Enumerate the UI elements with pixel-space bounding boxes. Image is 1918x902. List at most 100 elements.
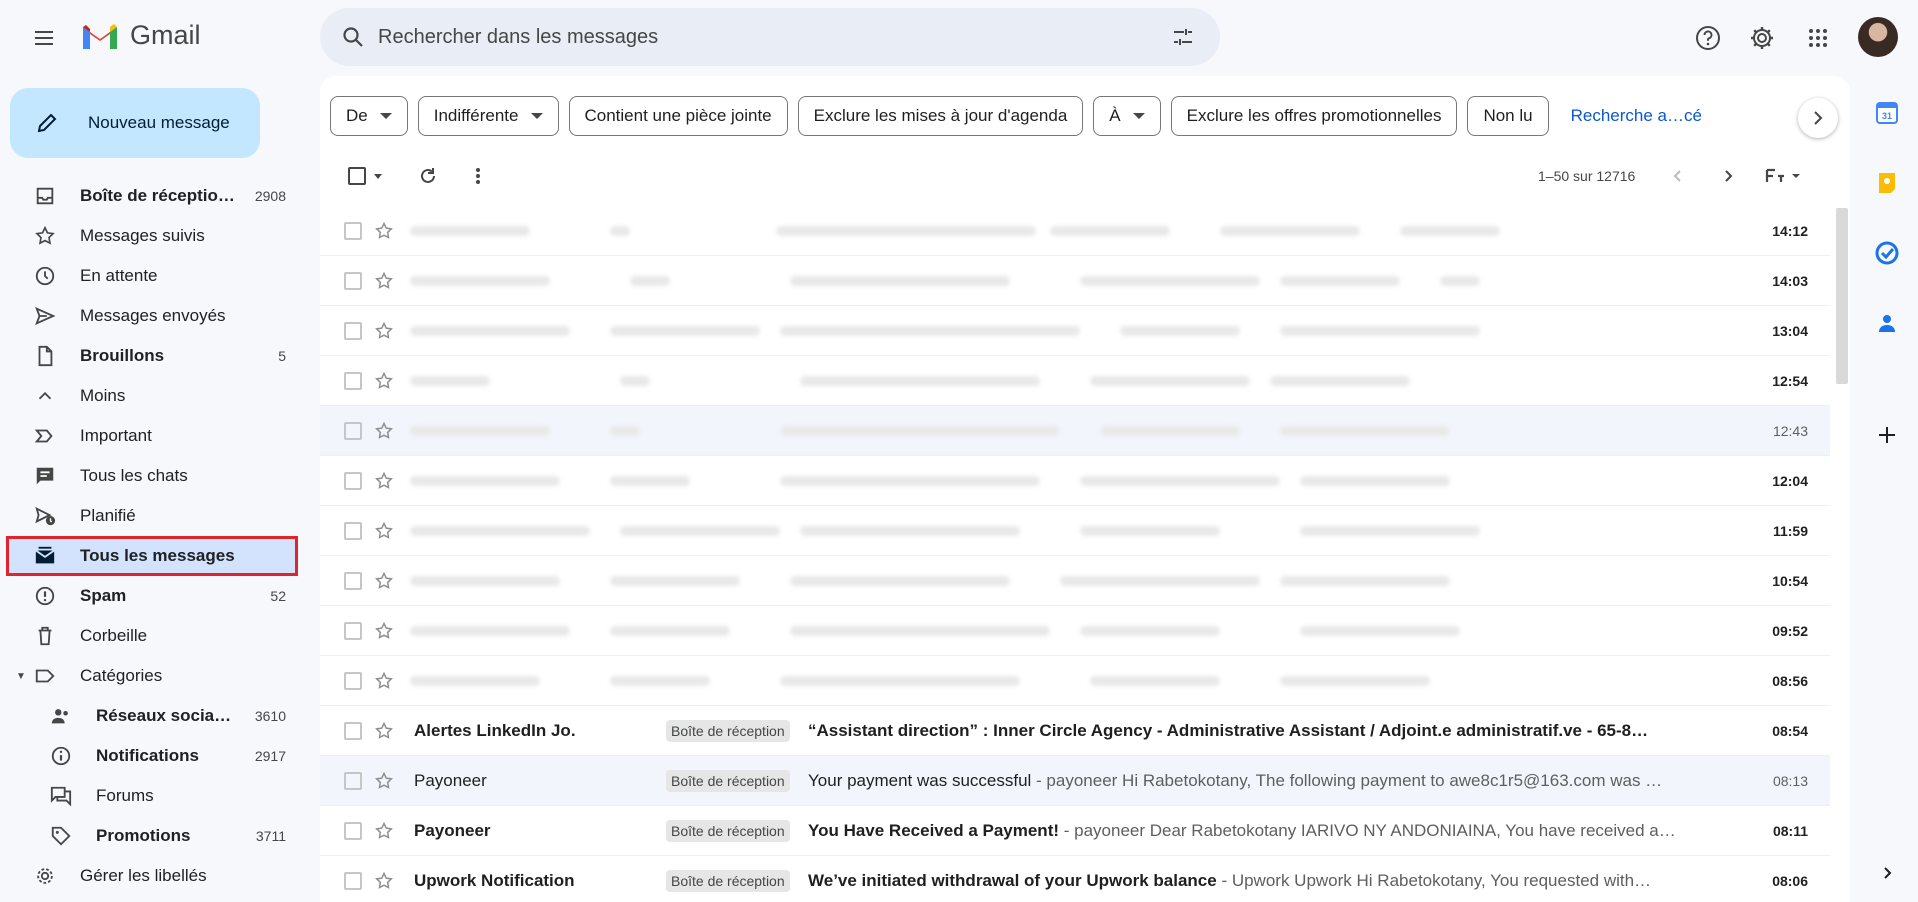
row-checkbox[interactable] bbox=[344, 621, 362, 640]
star-icon[interactable] bbox=[372, 569, 396, 593]
input-tools-icon[interactable] bbox=[1762, 160, 1806, 192]
star-icon[interactable] bbox=[372, 419, 396, 443]
star-icon[interactable] bbox=[372, 869, 396, 893]
filter-chip[interactable]: Contient une pièce jointe bbox=[568, 96, 788, 136]
sidebar-item-messages-suivis[interactable]: Messages suivis bbox=[0, 216, 298, 256]
account-avatar[interactable] bbox=[1858, 17, 1898, 57]
row-checkbox[interactable] bbox=[344, 571, 362, 590]
sidebar-item-boite-de-receptio[interactable]: Boîte de réceptio… 2908 bbox=[0, 176, 298, 216]
email-row[interactable]: 12:43 bbox=[320, 406, 1830, 456]
star-icon[interactable] bbox=[372, 269, 396, 293]
sidebar-item-forums[interactable]: Forums bbox=[0, 776, 298, 816]
newer-page-icon[interactable] bbox=[1662, 160, 1694, 192]
star-icon[interactable] bbox=[372, 669, 396, 693]
star-icon[interactable] bbox=[372, 469, 396, 493]
sidebar-item-messages-envoyes[interactable]: Messages envoyés bbox=[0, 296, 298, 336]
tasks-icon[interactable] bbox=[1872, 238, 1902, 268]
search-bar[interactable] bbox=[320, 8, 1220, 66]
sidebar-item-en-attente[interactable]: En attente bbox=[0, 256, 298, 296]
row-checkbox[interactable] bbox=[344, 471, 362, 490]
older-page-icon[interactable] bbox=[1712, 160, 1744, 192]
row-checkbox[interactable] bbox=[344, 321, 362, 340]
filter-chip[interactable]: Exclure les offres promotionnelles bbox=[1170, 96, 1458, 136]
row-checkbox[interactable] bbox=[344, 871, 362, 890]
email-row[interactable]: Payoneer Boîte de réception Your payment w… bbox=[320, 756, 1830, 806]
sidebar-item-categories[interactable]: ▼ Catégories bbox=[0, 656, 298, 696]
search-options-icon[interactable] bbox=[1168, 22, 1198, 52]
row-checkbox[interactable] bbox=[344, 371, 362, 390]
row-checkbox[interactable] bbox=[344, 671, 362, 690]
star-icon[interactable] bbox=[372, 319, 396, 343]
main-menu-button[interactable] bbox=[26, 20, 62, 56]
email-row[interactable]: 08:56 bbox=[320, 656, 1830, 706]
settings-icon[interactable] bbox=[1744, 20, 1780, 56]
star-icon[interactable] bbox=[372, 719, 396, 743]
star-icon[interactable] bbox=[372, 219, 396, 243]
email-row[interactable]: 14:03 bbox=[320, 256, 1830, 306]
filter-chip[interactable]: Exclure les mises à jour d'agenda bbox=[797, 96, 1084, 136]
email-row[interactable]: 10:54 bbox=[320, 556, 1830, 606]
contacts-icon[interactable] bbox=[1872, 308, 1902, 338]
sidebar-item-promotions[interactable]: Promotions 3711 bbox=[0, 816, 298, 856]
more-options-icon[interactable] bbox=[462, 160, 494, 192]
email-label-badge[interactable]: Boîte de réception bbox=[666, 869, 790, 892]
row-checkbox[interactable] bbox=[344, 221, 362, 240]
email-row[interactable]: 13:04 bbox=[320, 306, 1830, 356]
sidebar-item-notifications[interactable]: Notifications 2917 bbox=[0, 736, 298, 776]
filter-chip[interactable]: À bbox=[1093, 96, 1161, 136]
list-scrollbar[interactable] bbox=[1836, 208, 1848, 384]
filter-chip[interactable]: Non lu bbox=[1467, 96, 1549, 136]
star-icon[interactable] bbox=[372, 619, 396, 643]
sidebar-item-tous-les-messages[interactable]: Tous les messages bbox=[6, 536, 298, 576]
advanced-search-link[interactable]: Recherche a…cé bbox=[1571, 106, 1702, 126]
star-icon[interactable] bbox=[372, 369, 396, 393]
star-icon[interactable] bbox=[372, 819, 396, 843]
gmail-logo[interactable]: Gmail bbox=[80, 20, 201, 51]
compose-button[interactable]: Nouveau message bbox=[10, 88, 260, 158]
add-addon-icon[interactable] bbox=[1872, 420, 1902, 450]
email-row[interactable]: Payoneer Boîte de réception You Have Recei… bbox=[320, 806, 1830, 856]
select-all-checkbox[interactable] bbox=[342, 160, 388, 192]
sidebar-item-corbeille[interactable]: Corbeille bbox=[0, 616, 298, 656]
keep-icon[interactable] bbox=[1872, 168, 1902, 198]
sidebar-item-planifie[interactable]: Planifié bbox=[0, 496, 298, 536]
star-icon[interactable] bbox=[372, 769, 396, 793]
search-input[interactable] bbox=[378, 25, 1168, 49]
sidebar-item-important[interactable]: Important bbox=[0, 416, 298, 456]
sidebar-item-label: Tous les messages bbox=[80, 546, 235, 565]
sidebar-item-reseaux-socia[interactable]: Réseaux socia… 3610 bbox=[0, 696, 298, 736]
search-icon[interactable] bbox=[338, 22, 368, 52]
expand-side-panel-icon[interactable] bbox=[1872, 858, 1902, 888]
email-label-badge[interactable]: Boîte de réception bbox=[666, 719, 790, 742]
email-row[interactable]: 09:52 bbox=[320, 606, 1830, 656]
apps-grid-icon[interactable] bbox=[1800, 20, 1836, 56]
filter-chip[interactable]: De bbox=[330, 96, 408, 136]
calendar-icon[interactable]: 31 bbox=[1872, 98, 1902, 128]
row-checkbox[interactable] bbox=[344, 521, 362, 540]
row-checkbox[interactable] bbox=[344, 721, 362, 740]
filter-chip[interactable]: Indifférente bbox=[417, 96, 559, 136]
star-icon[interactable] bbox=[372, 519, 396, 543]
email-row[interactable]: Upwork Notification Boîte de réception We’… bbox=[320, 856, 1830, 902]
refresh-icon[interactable] bbox=[412, 160, 444, 192]
sidebar-item-gerer-les-libelles[interactable]: Gérer les libellés bbox=[0, 856, 298, 896]
email-row[interactable]: 14:12 bbox=[320, 206, 1830, 256]
sidebar-item-brouillons[interactable]: Brouillons 5 bbox=[0, 336, 298, 376]
expand-caret-icon[interactable]: ▼ bbox=[16, 671, 26, 682]
email-row[interactable]: 11:59 bbox=[320, 506, 1830, 556]
row-checkbox[interactable] bbox=[344, 271, 362, 290]
email-label-badge[interactable]: Boîte de réception bbox=[666, 769, 790, 792]
chips-next-button[interactable] bbox=[1798, 98, 1838, 138]
redacted-content bbox=[1080, 525, 1220, 536]
help-icon[interactable] bbox=[1690, 20, 1726, 56]
sidebar-item-tous-les-chats[interactable]: Tous les chats bbox=[0, 456, 298, 496]
email-row[interactable]: Alertes LinkedIn Jo. Boîte de réception “A… bbox=[320, 706, 1830, 756]
row-checkbox[interactable] bbox=[344, 771, 362, 790]
row-checkbox[interactable] bbox=[344, 421, 362, 440]
email-label-badge[interactable]: Boîte de réception bbox=[666, 819, 790, 842]
sidebar-item-spam[interactable]: Spam 52 bbox=[0, 576, 298, 616]
row-checkbox[interactable] bbox=[344, 821, 362, 840]
sidebar-item-moins[interactable]: Moins bbox=[0, 376, 298, 416]
email-row[interactable]: 12:54 bbox=[320, 356, 1830, 406]
email-row[interactable]: 12:04 bbox=[320, 456, 1830, 506]
